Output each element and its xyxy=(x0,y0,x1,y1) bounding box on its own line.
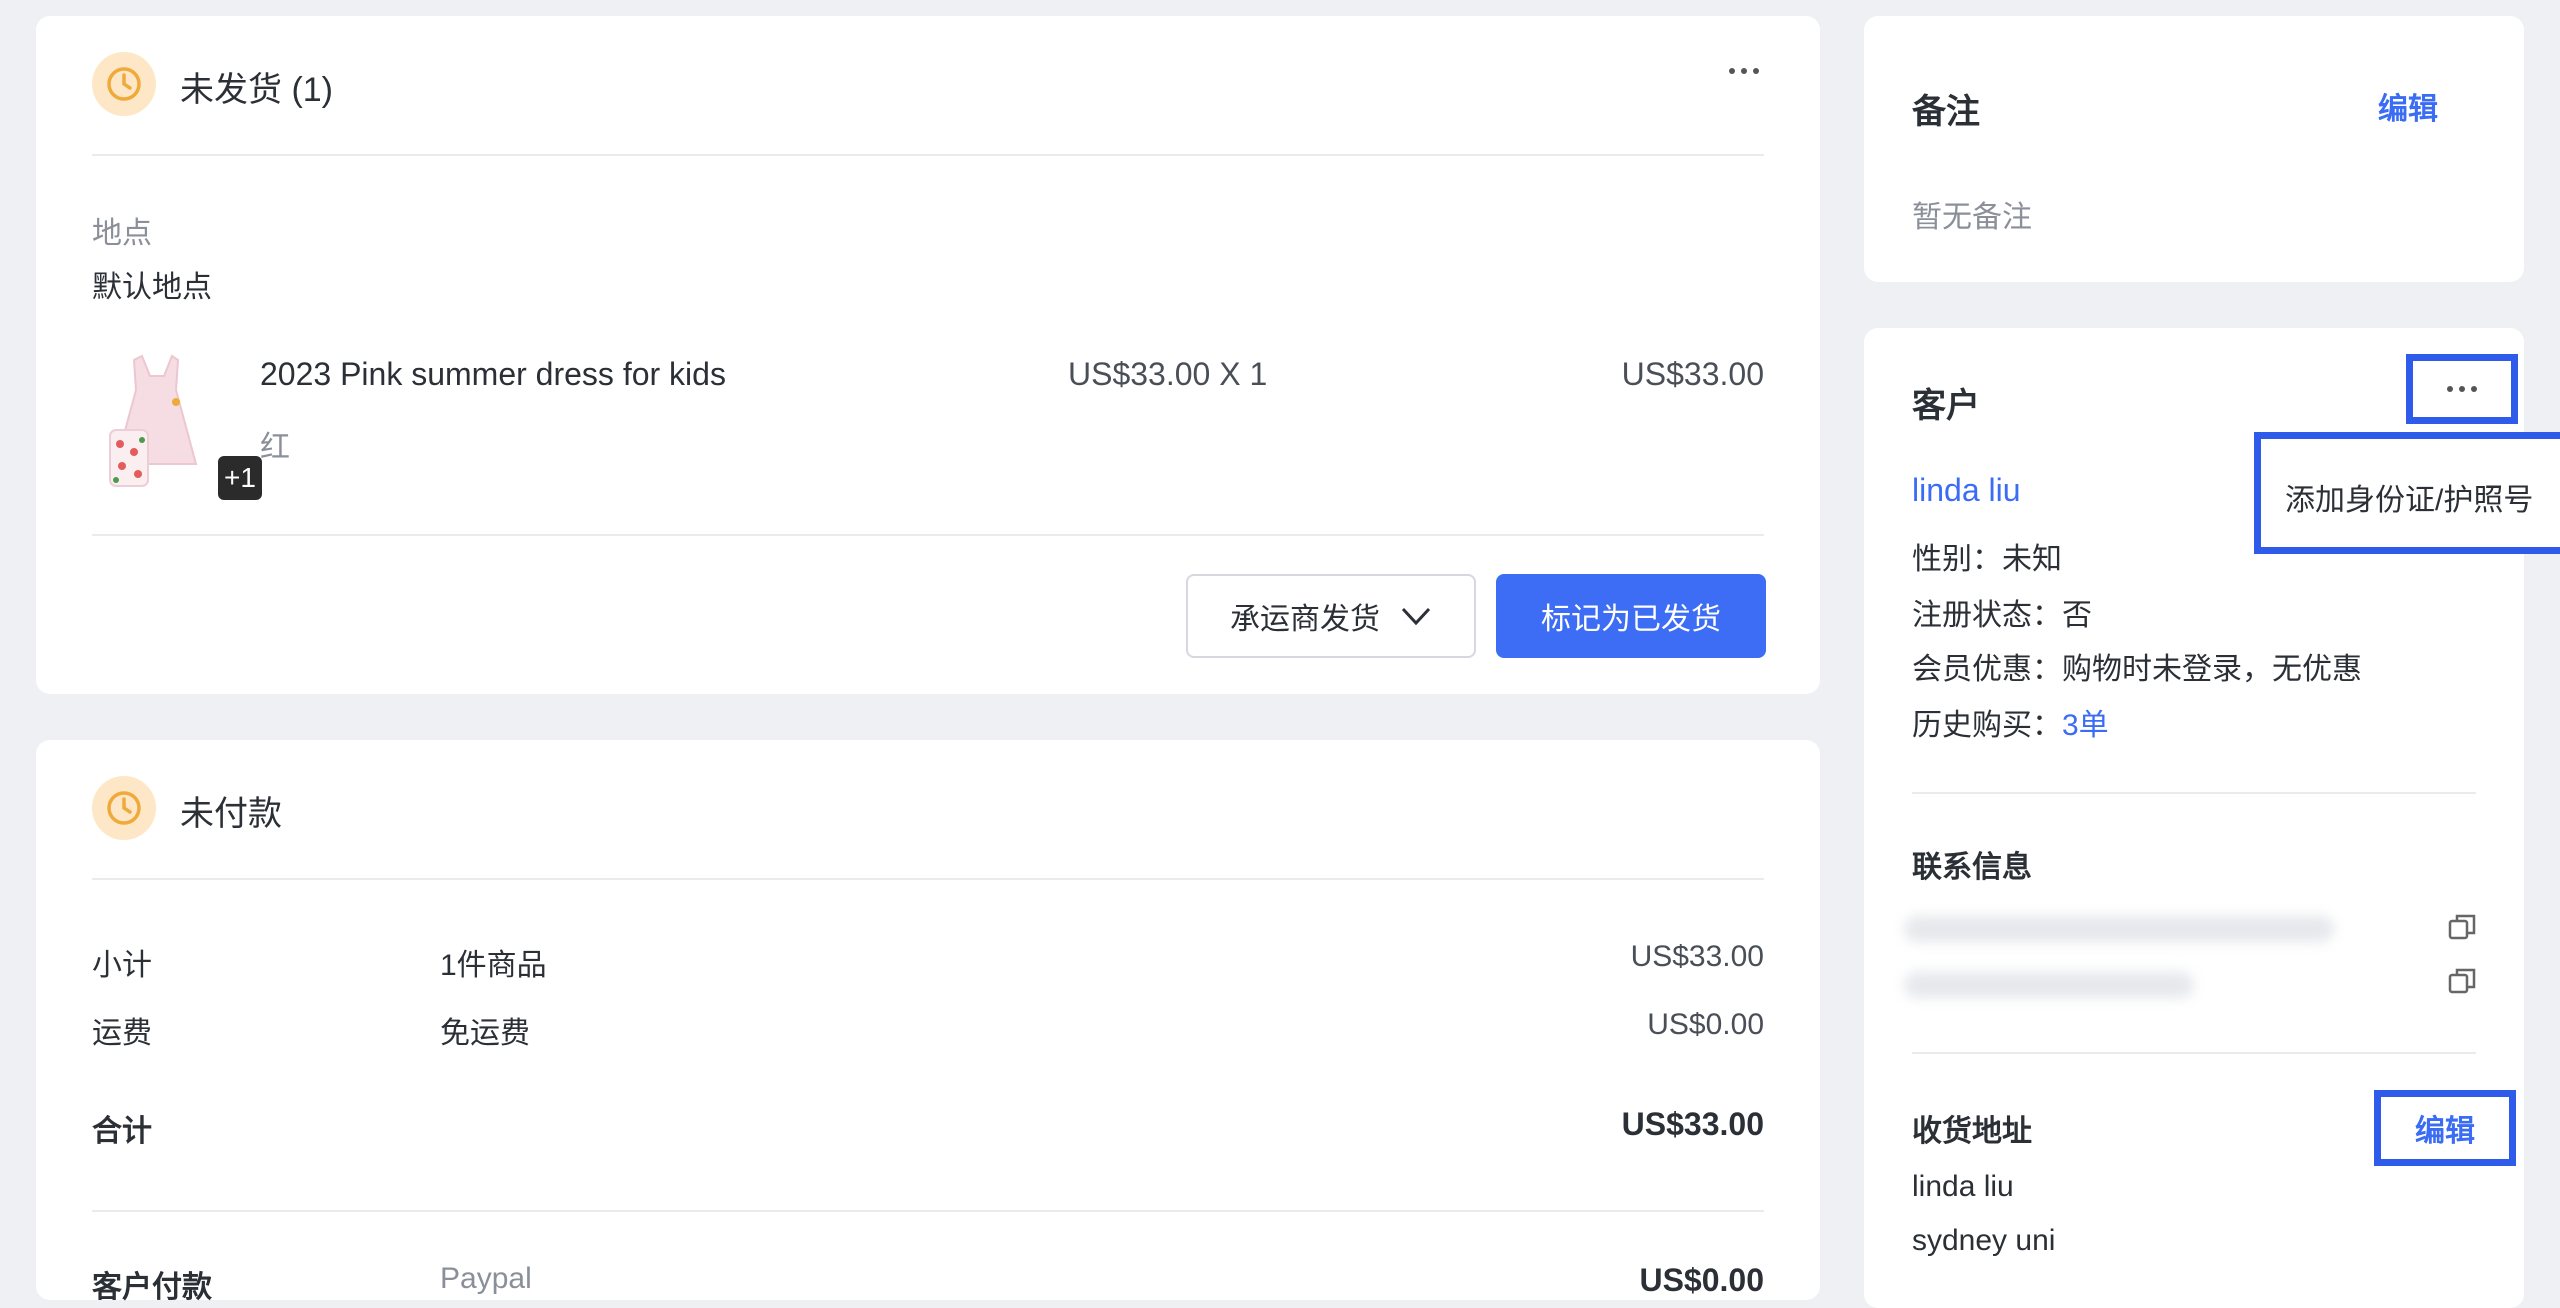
unfulfilled-title: 未发货 (1) xyxy=(180,71,333,109)
location-label: 地点 xyxy=(92,217,152,250)
chevron-down-icon xyxy=(1401,607,1431,626)
phone-blurred xyxy=(1904,972,2194,998)
mark-shipped-button[interactable]: 标记为已发货 xyxy=(1496,574,1766,658)
carrier-ship-button[interactable]: 承运商发货 xyxy=(1186,574,1476,658)
customer-paid-amount: US$0.00 xyxy=(1639,1262,1764,1298)
address-name: linda liu xyxy=(1912,1170,2014,1203)
subtotal-detail: 1件商品 xyxy=(440,949,547,982)
divider xyxy=(92,1210,1764,1212)
registration-row: 注册状态：否 xyxy=(1912,590,2092,634)
divider xyxy=(92,534,1764,536)
subtotal-amount: US$33.00 xyxy=(1630,940,1764,973)
registration-value: 否 xyxy=(2062,599,2092,632)
gender-label: 性别： xyxy=(1912,543,2002,576)
registration-label: 注册状态： xyxy=(1912,599,2062,632)
contact-title: 联系信息 xyxy=(1912,851,2032,884)
ellipsis-icon[interactable] xyxy=(1724,56,1764,86)
customer-name-link[interactable]: linda liu xyxy=(1912,472,2021,509)
mark-shipped-label: 标记为已发货 xyxy=(1541,603,1721,636)
location-value: 默认地点 xyxy=(92,271,212,304)
address-edit-label: 编辑 xyxy=(2415,1115,2475,1148)
divider xyxy=(1912,1052,2476,1054)
copy-icon[interactable] xyxy=(2448,966,2478,996)
unfulfilled-card: 未发货 (1) 地点 默认地点 +1 2023 Pink summer dres… xyxy=(36,16,1820,694)
copy-icon[interactable] xyxy=(2448,912,2478,942)
address-title: 收货地址 xyxy=(1912,1115,2032,1148)
total-amount: US$33.00 xyxy=(1621,1106,1764,1142)
notes-title: 备注 xyxy=(1912,93,1980,131)
clock-icon xyxy=(92,52,156,116)
history-row: 历史购买：3单 xyxy=(1912,700,2109,744)
total-label: 合计 xyxy=(92,1115,152,1148)
address-line1: sydney uni xyxy=(1912,1224,2056,1257)
customer-title: 客户 xyxy=(1912,387,1980,425)
customer-paid-label: 客户付款 xyxy=(92,1271,212,1304)
more-images-badge: +1 xyxy=(218,456,262,500)
product-thumbnail[interactable]: +1 xyxy=(92,346,262,500)
gender-row: 性别：未知 xyxy=(1912,534,2062,578)
subtotal-label: 小计 xyxy=(92,949,152,982)
ellipsis-icon xyxy=(2447,386,2477,392)
gender-value: 未知 xyxy=(2002,543,2062,576)
shipping-amount: US$0.00 xyxy=(1647,1008,1764,1041)
notes-empty-text: 暂无备注 xyxy=(1912,201,2032,234)
history-orders-link[interactable]: 3单 xyxy=(2062,709,2109,742)
add-id-passport-option[interactable]: 添加身份证/护照号 xyxy=(2285,475,2533,519)
customer-menu-button[interactable] xyxy=(2406,354,2518,424)
shipping-detail: 免运费 xyxy=(440,1017,530,1050)
divider xyxy=(1912,792,2476,794)
shipping-label: 运费 xyxy=(92,1017,152,1050)
customer-dropdown-menu: 添加身份证/护照号 xyxy=(2254,432,2560,554)
dress-image xyxy=(92,346,220,494)
member-label: 会员优惠： xyxy=(1912,653,2062,686)
address-edit-link[interactable]: 编辑 xyxy=(2374,1090,2516,1166)
notes-card: 备注 编辑 暂无备注 xyxy=(1864,16,2524,282)
payment-title: 未付款 xyxy=(180,795,282,833)
product-unit-price: US$33.00 X 1 xyxy=(1068,356,1268,392)
history-label: 历史购买： xyxy=(1912,709,2062,742)
member-row: 会员优惠：购物时未登录，无优惠 xyxy=(1912,644,2362,688)
email-blurred xyxy=(1904,916,2334,942)
carrier-ship-label: 承运商发货 xyxy=(1230,603,1380,636)
member-value: 购物时未登录，无优惠 xyxy=(2062,653,2362,686)
divider xyxy=(92,154,1764,156)
product-total: US$33.00 xyxy=(1621,356,1764,392)
clock-icon xyxy=(92,776,156,840)
notes-edit-link[interactable]: 编辑 xyxy=(2378,84,2438,128)
customer-paid-method: Paypal xyxy=(440,1262,532,1295)
product-variant: 红 xyxy=(260,431,290,464)
payment-card: 未付款 小计 1件商品 US$33.00 运费 免运费 US$0.00 合计 U… xyxy=(36,740,1820,1304)
product-name[interactable]: 2023 Pink summer dress for kids xyxy=(260,356,726,393)
divider xyxy=(92,878,1764,880)
